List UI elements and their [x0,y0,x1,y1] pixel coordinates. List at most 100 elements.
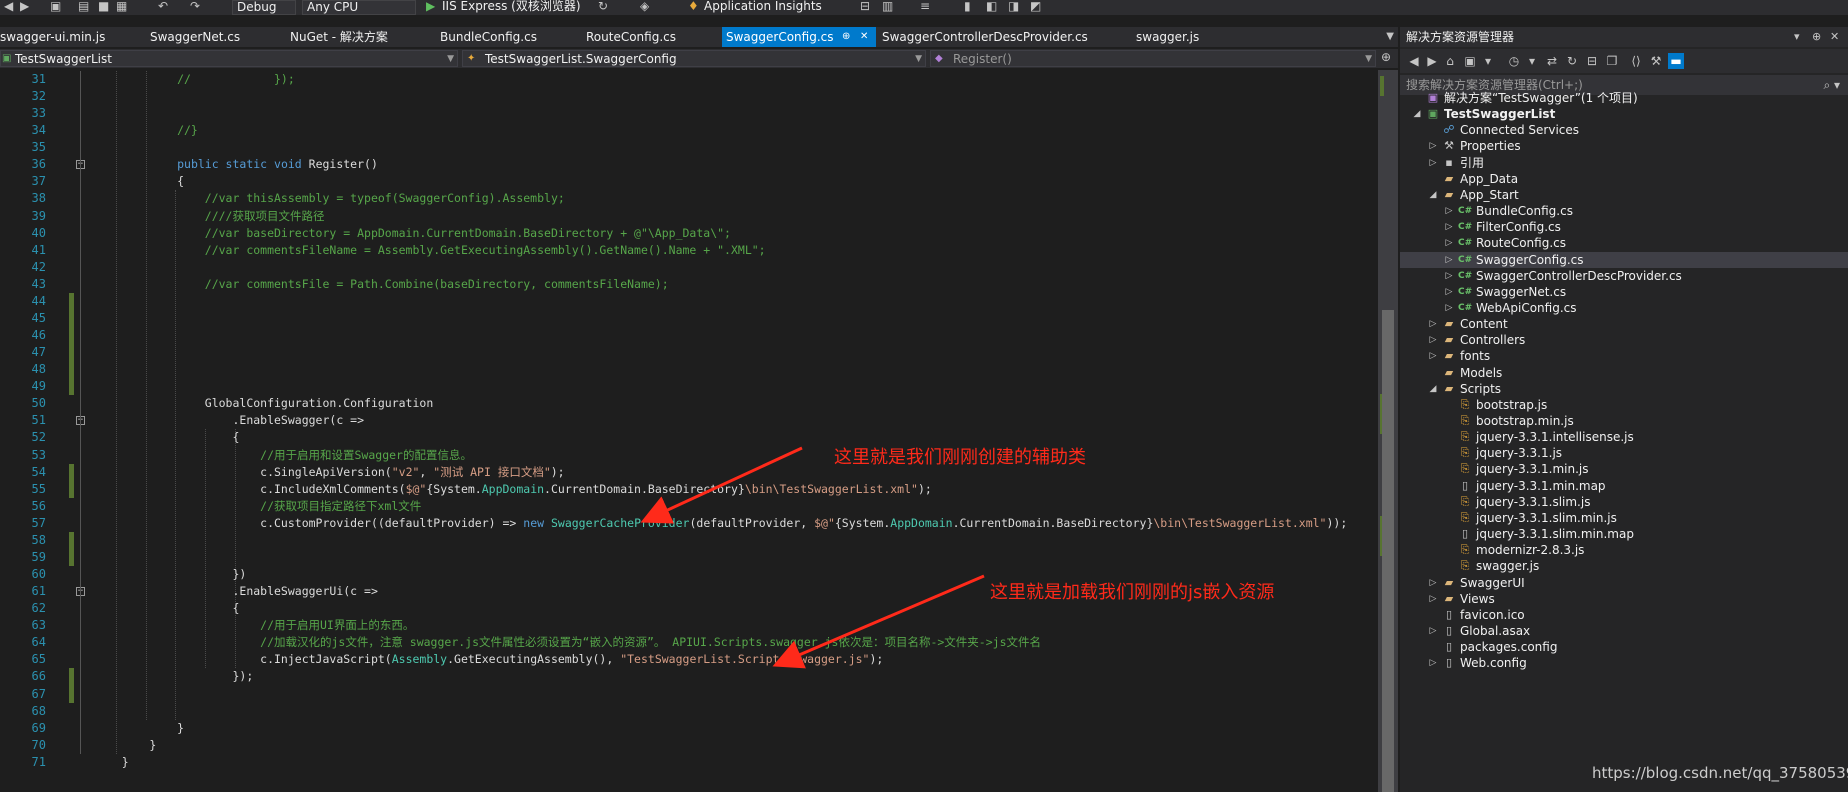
collapsed-arrow-icon[interactable]: ▷ [1428,348,1438,364]
pin-icon[interactable]: ⊕ [1812,27,1821,47]
close-tab-icon[interactable]: ✕ [860,27,868,47]
new-project-icon[interactable]: ▣ [50,0,61,15]
code-line[interactable]: 34 //} [0,122,1378,139]
code-line[interactable]: 68 [0,703,1378,720]
tree-item[interactable]: ▷ ▯ Web.config [1400,655,1848,671]
collapsed-arrow-icon[interactable]: ▷ [1428,138,1438,154]
split-editor-icon[interactable]: ⊕ [1381,50,1391,64]
collapsed-arrow-icon[interactable]: ▷ [1428,655,1438,671]
tree-item[interactable]: ◢ ▣ TestSwaggerList [1400,106,1848,122]
bookmark-clear-icon[interactable]: ◩ [1030,0,1041,15]
project-dropdown[interactable]: ▣ TestSwaggerList ▼ [0,50,458,67]
collapse-all-icon[interactable]: ⊟ [1584,53,1600,69]
tree-item[interactable]: ▯ jquery-3.3.1.slim.min.map [1400,526,1848,542]
member-dropdown[interactable]: ◆ Register() ▼ [930,50,1376,67]
tab-swagger-ui-min-js[interactable]: swagger-ui.min.js [0,27,128,47]
tree-item[interactable]: ▰ Models [1400,365,1848,381]
pin-icon[interactable]: ⊕ [842,27,850,47]
collapsed-arrow-icon[interactable]: ▷ [1444,300,1454,316]
collapsed-arrow-icon[interactable]: ▷ [1444,235,1454,251]
switch-views-icon[interactable]: ▣ [1462,53,1478,69]
tree-item[interactable]: ◢ ▰ App_Start [1400,187,1848,203]
forward-icon[interactable]: ▶ [1424,53,1440,69]
layout-icon[interactable]: ▥ [882,0,893,15]
tree-item[interactable]: ▯ jquery-3.3.1.min.map [1400,478,1848,494]
tree-item[interactable]: ⎘ bootstrap.js [1400,397,1848,413]
expanded-arrow-icon[interactable]: ◢ [1428,187,1438,203]
code-line[interactable]: 52 { [0,429,1378,446]
sync-icon[interactable]: ⇄ [1544,53,1560,69]
code-line[interactable]: 63 //用于启用UI界面上的东西。 [0,617,1378,634]
tree-item[interactable]: ▰ App_Data [1400,171,1848,187]
code-line[interactable]: 46 [0,327,1378,344]
collapsed-arrow-icon[interactable]: ▷ [1428,155,1438,171]
class-dropdown[interactable]: ✦ TestSwaggerList.SwaggerConfig ▼ [462,50,926,67]
tab-swaggercontrollerdescprovider-cs[interactable]: SwaggerControllerDescProvider.cs [880,27,1110,47]
code-line[interactable]: 45 [0,310,1378,327]
tree-item[interactable]: ▷ ▰ Content [1400,316,1848,332]
platform-dropdown[interactable]: Any CPU [302,0,416,15]
code-line[interactable]: 33 [0,105,1378,122]
show-all-files-icon[interactable]: ❐ [1604,53,1620,69]
code-line[interactable]: 39 ////获取项目文件路径 [0,208,1378,225]
code-line[interactable]: 42 [0,259,1378,276]
tree-item[interactable]: ▷ ▰ Views [1400,591,1848,607]
tree-item[interactable]: ▷ C# FilterConfig.cs [1400,219,1848,235]
expanded-arrow-icon[interactable]: ◢ [1412,106,1422,122]
code-line[interactable]: 54 c.SingleApiVersion("v2", "测试 API 接口文档… [0,464,1378,481]
collapsed-arrow-icon[interactable]: ▷ [1428,623,1438,639]
code-line[interactable]: 65 c.InjectJavaScript(Assembly.GetExecut… [0,651,1378,668]
code-line[interactable]: 58 [0,532,1378,549]
code-line[interactable]: 43 //var commentsFile = Path.Combine(bas… [0,276,1378,293]
redo-icon[interactable]: ↷ [190,0,200,15]
tree-item[interactable]: ⎘ jquery-3.3.1.intellisense.js [1400,429,1848,445]
code-line[interactable]: 31 // }); [0,71,1378,88]
collapsed-arrow-icon[interactable]: ▷ [1428,332,1438,348]
code-editor[interactable]: 31 // }); 32 33 34 //} 35 36 public static vo… [0,70,1378,792]
step-icon[interactable]: ⊟ [860,0,870,15]
code-line[interactable]: 59 [0,549,1378,566]
tab-swaggernet-cs[interactable]: SwaggerNet.cs [150,27,270,47]
code-line[interactable]: 70 } [0,737,1378,754]
tab-nuget-solution[interactable]: NuGet - 解决方案 [290,27,422,47]
tree-item[interactable]: ◢ ▰ Scripts [1400,381,1848,397]
code-line[interactable]: 55 c.IncludeXmlComments($@"{System.AppDo… [0,481,1378,498]
tree-item[interactable]: ▷ ⚒ Properties [1400,138,1848,154]
back-icon[interactable]: ◀ [1406,53,1422,69]
tree-item[interactable]: ▷ C# SwaggerControllerDescProvider.cs [1400,268,1848,284]
view-code-icon[interactable]: ⟨⟩ [1628,53,1644,69]
application-insights-button[interactable]: Application Insights [704,0,822,15]
code-line[interactable]: 37 { [0,173,1378,190]
code-line[interactable]: 49 [0,378,1378,395]
code-line[interactable]: 71 } [0,754,1378,771]
code-line[interactable]: 32 [0,88,1378,105]
collapsed-arrow-icon[interactable]: ▷ [1444,219,1454,235]
solution-config-dropdown[interactable]: Debug [232,0,296,15]
tab-overflow-icon[interactable]: ▼ [1386,27,1394,47]
tree-item[interactable]: ▷ ▰ fonts [1400,348,1848,364]
preview-selected-items-icon[interactable]: ▬ [1668,53,1684,69]
chevron-down-icon[interactable]: ▾ [1794,27,1800,47]
save-all-icon[interactable]: ▦ [116,0,127,15]
collapsed-arrow-icon[interactable]: ▷ [1444,268,1454,284]
tree-item[interactable]: ▷ ▰ SwaggerUI [1400,575,1848,591]
refresh-icon[interactable]: ↻ [598,0,608,15]
tree-item[interactable]: ▷ C# WebApiConfig.cs [1400,300,1848,316]
collapsed-arrow-icon[interactable]: ▷ [1428,575,1438,591]
tab-swaggerconfig-cs[interactable]: SwaggerConfig.cs ⊕ ✕ [722,27,876,47]
code-line[interactable]: 69 } [0,720,1378,737]
code-line[interactable]: 67 [0,686,1378,703]
bookmark-next-icon[interactable]: ◨ [1008,0,1019,15]
collapsed-arrow-icon[interactable]: ▷ [1428,591,1438,607]
code-line[interactable]: 53 //用于启用和设置Swagger的配置信息。 [0,447,1378,464]
code-line[interactable]: 36 public static void Register() [0,156,1378,173]
code-line[interactable]: 41 //var commentsFileName = Assembly.Get… [0,242,1378,259]
tree-item[interactable]: ☍ Connected Services [1400,122,1848,138]
code-line[interactable]: 66 }); [0,668,1378,685]
code-line[interactable]: 35 [0,139,1378,156]
code-line[interactable]: 51 .EnableSwagger(c => [0,412,1378,429]
tree-item[interactable]: ⎘ jquery-3.3.1.js [1400,445,1848,461]
code-line[interactable]: 48 [0,361,1378,378]
tree-item[interactable]: ▯ packages.config [1400,639,1848,655]
expanded-arrow-icon[interactable]: ◢ [1428,381,1438,397]
